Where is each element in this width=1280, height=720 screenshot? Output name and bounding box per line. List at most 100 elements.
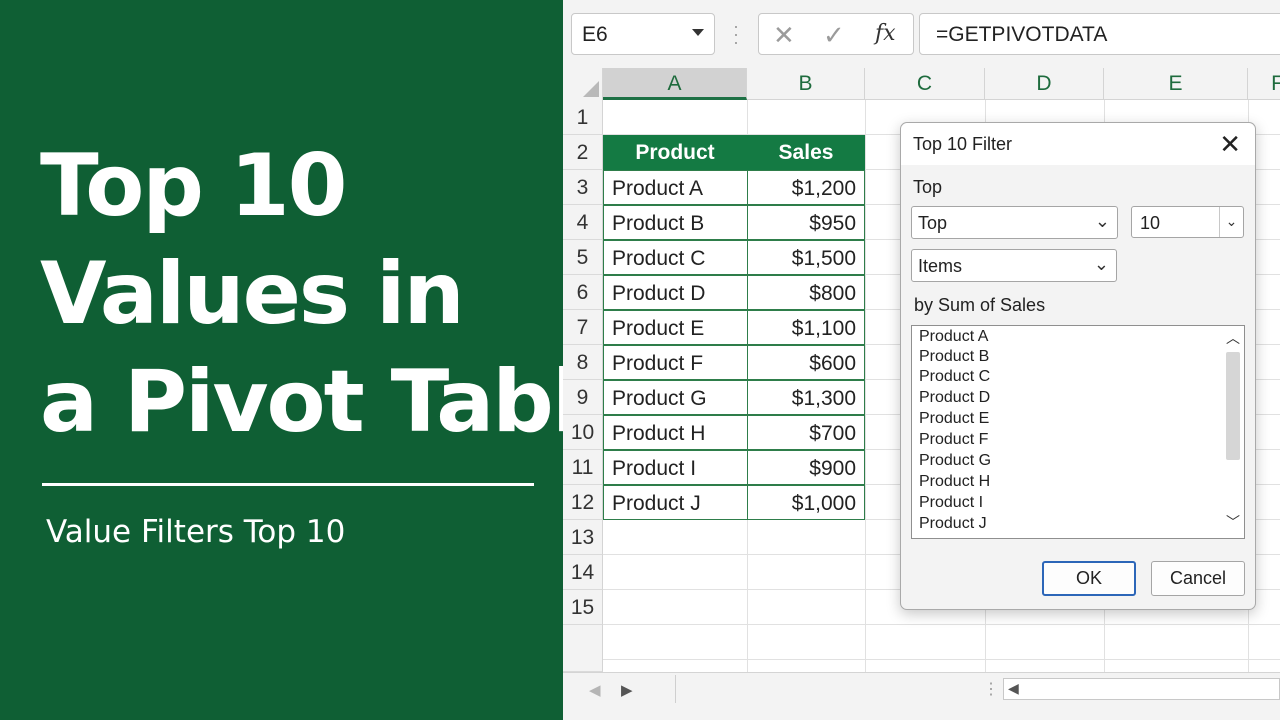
row-header-8[interactable]: 8 xyxy=(563,345,603,380)
drag-handle-icon[interactable]: ⋮ xyxy=(983,679,999,699)
list-item[interactable]: Product A xyxy=(919,327,988,347)
table-cell-sales[interactable]: $800 xyxy=(747,275,865,310)
list-item[interactable]: Product C xyxy=(919,367,990,387)
cancel-icon[interactable]: ✕ xyxy=(773,20,795,51)
list-item[interactable]: Product H xyxy=(919,472,990,492)
scroll-left-icon[interactable]: ◀ xyxy=(1008,680,1019,697)
list-item[interactable]: Product G xyxy=(919,451,991,471)
row-header-14[interactable]: 14 xyxy=(563,555,603,590)
table-cell-product[interactable]: Product E xyxy=(603,310,748,345)
name-box-value: E6 xyxy=(582,23,608,46)
cancel-button[interactable]: Cancel xyxy=(1151,561,1245,596)
table-cell-product[interactable]: Product H xyxy=(603,415,748,450)
ok-button[interactable]: OK xyxy=(1042,561,1136,596)
direction-select-value: Top xyxy=(918,213,948,233)
column-header-e[interactable]: E xyxy=(1104,68,1248,100)
unit-select[interactable]: Items ⌄ xyxy=(911,249,1117,282)
table-cell-product[interactable]: Product F xyxy=(603,345,748,380)
list-item[interactable]: Product D xyxy=(919,388,990,408)
list-item[interactable]: Product I xyxy=(919,493,983,513)
table-cell-product[interactable]: Product B xyxy=(603,205,748,240)
table-cell-product[interactable]: Product D xyxy=(603,275,748,310)
formula-input[interactable]: =GETPIVOTDATA xyxy=(919,13,1280,55)
horizontal-scrollbar[interactable]: ◀ xyxy=(1003,678,1280,700)
by-field-label: by Sum of Sales xyxy=(914,295,1046,315)
row-header-12[interactable]: 12 xyxy=(563,485,603,520)
unit-select-value: Items xyxy=(918,256,963,276)
list-item[interactable]: Product J xyxy=(919,514,987,534)
row-header-3[interactable]: 3 xyxy=(563,170,603,205)
row-header-1[interactable]: 1 xyxy=(563,100,603,135)
count-spinner[interactable]: 10 ⌄ xyxy=(1131,206,1244,238)
row-header-11[interactable]: 11 xyxy=(563,450,603,485)
select-all-button[interactable] xyxy=(563,68,603,100)
table-cell-sales[interactable]: $1,000 xyxy=(747,485,865,520)
list-item[interactable]: Product E xyxy=(919,409,989,429)
scroll-tabs-left-icon[interactable]: ◀ xyxy=(589,681,601,699)
banner-title-line-3: a Pivot Table xyxy=(40,352,638,452)
table-cell-product[interactable]: Product I xyxy=(603,450,748,485)
table-cell-sales[interactable]: $1,100 xyxy=(747,310,865,345)
banner-title-line-2: Values in xyxy=(40,244,465,344)
list-item[interactable]: Product B xyxy=(919,347,989,367)
row-header-13[interactable]: 13 xyxy=(563,520,603,555)
name-box[interactable]: E6 xyxy=(571,13,715,55)
row-header-10[interactable]: 10 xyxy=(563,415,603,450)
table-cell-product[interactable]: Product J xyxy=(603,485,748,520)
enter-icon[interactable]: ✓ xyxy=(823,20,845,51)
row-header-2[interactable]: 2 xyxy=(563,135,603,170)
column-header-a[interactable]: A xyxy=(603,68,747,100)
column-header-c[interactable]: C xyxy=(865,68,985,100)
column-header-b[interactable]: B xyxy=(747,68,865,100)
table-cell-product[interactable]: Product C xyxy=(603,240,748,275)
chevron-down-icon[interactable]: ⌄ xyxy=(1219,207,1243,237)
sheet-tab-bar: ◀ ▶ ⋮ ◀ xyxy=(563,672,1280,720)
formula-bar: E6 · · · ✕ ✓ fx =GETPIVOTDATA xyxy=(563,0,1280,68)
dialog-title: Top 10 Filter xyxy=(913,134,1013,154)
table-cell-sales[interactable]: $1,300 xyxy=(747,380,865,415)
row-header-9[interactable]: 9 xyxy=(563,380,603,415)
table-header-product[interactable]: Product xyxy=(603,135,747,170)
chevron-down-icon[interactable]: ⌄ xyxy=(1094,254,1109,275)
table-cell-product[interactable]: Product G xyxy=(603,380,748,415)
table-cell-product[interactable]: Product A xyxy=(603,170,748,205)
dialog-titlebar: Top 10 Filter ✕ xyxy=(901,123,1255,165)
gridline xyxy=(865,100,866,672)
scroll-thumb[interactable] xyxy=(1226,352,1240,460)
excel-window: E6 · · · ✕ ✓ fx =GETPIVOTDATA A B C D E F … xyxy=(563,0,1280,720)
row-header-4[interactable]: 4 xyxy=(563,205,603,240)
row-header-7[interactable]: 7 xyxy=(563,310,603,345)
show-section-label: Top xyxy=(913,177,943,197)
column-header-f[interactable]: F xyxy=(1248,68,1280,100)
table-cell-sales[interactable]: $700 xyxy=(747,415,865,450)
row-header-5[interactable]: 5 xyxy=(563,240,603,275)
listbox-scrollbar[interactable]: ︿ ﹀ xyxy=(1222,326,1244,538)
chevron-up-icon[interactable]: ︿ xyxy=(1226,328,1240,348)
scroll-tabs-right-icon[interactable]: ▶ xyxy=(621,681,633,699)
close-icon[interactable]: ✕ xyxy=(1219,129,1241,159)
row-header-6[interactable]: 6 xyxy=(563,275,603,310)
column-headers: A B C D E F xyxy=(563,68,1280,100)
table-cell-sales[interactable]: $1,500 xyxy=(747,240,865,275)
table-cell-sales[interactable]: $1,200 xyxy=(747,170,865,205)
drag-handle-icon[interactable]: · · · xyxy=(733,17,739,51)
chevron-down-icon[interactable]: ⌄ xyxy=(1095,211,1110,232)
insert-function-icon[interactable]: fx xyxy=(875,21,896,46)
table-cell-sales[interactable]: $600 xyxy=(747,345,865,380)
column-header-d[interactable]: D xyxy=(985,68,1104,100)
list-item[interactable]: Product F xyxy=(919,430,988,450)
chevron-down-icon[interactable] xyxy=(692,29,704,36)
direction-select[interactable]: Top ⌄ xyxy=(911,206,1118,239)
divider xyxy=(675,675,676,703)
banner-title: Top 10 Values in a Pivot Table xyxy=(40,132,638,456)
banner-title-line-1: Top 10 xyxy=(40,136,348,236)
chevron-down-icon[interactable]: ﹀ xyxy=(1226,512,1240,532)
title-banner: Top 10 Values in a Pivot Table Value Fil… xyxy=(0,0,638,720)
field-listbox[interactable]: Product A Product B Product C Product D … xyxy=(911,325,1245,539)
row-header-15[interactable]: 15 xyxy=(563,590,603,625)
table-header-sales[interactable]: Sales xyxy=(747,135,865,170)
table-cell-sales[interactable]: $950 xyxy=(747,205,865,240)
table-cell-sales[interactable]: $900 xyxy=(747,450,865,485)
count-spinner-value: 10 xyxy=(1140,213,1161,233)
gridline xyxy=(603,659,1280,660)
